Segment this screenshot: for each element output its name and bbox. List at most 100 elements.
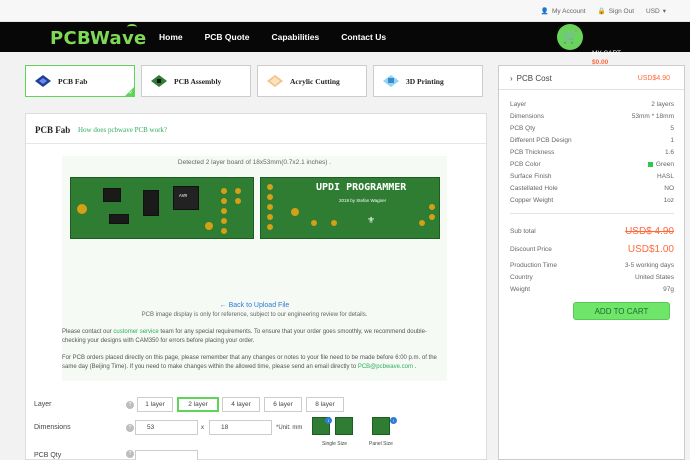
help-icon[interactable]: ? bbox=[126, 450, 134, 458]
pad bbox=[267, 184, 273, 190]
spec-row: Castellated Hole NO bbox=[510, 185, 674, 192]
tab-pcb-fab[interactable]: PCB Fab ✓ bbox=[25, 65, 135, 97]
spec-row: Dimensions 53mm * 18mm bbox=[510, 113, 674, 120]
pad bbox=[235, 188, 241, 194]
pad bbox=[221, 228, 227, 234]
layer-option-6[interactable]: 6 layer bbox=[264, 397, 302, 412]
spec-row: PCB Color Green bbox=[510, 161, 674, 168]
tab-acrylic-cutting[interactable]: Acrylic Cutting bbox=[257, 65, 367, 97]
pad bbox=[205, 222, 213, 230]
chip bbox=[103, 188, 121, 202]
info-icon[interactable]: i bbox=[390, 417, 397, 424]
board-subtitle: 2019 by Stefan Wagner bbox=[339, 198, 387, 203]
layer-option-2[interactable]: 2 layer bbox=[177, 397, 219, 412]
pcb-qty-label: PCB Qty bbox=[34, 452, 62, 459]
my-account-link[interactable]: 👤 My Account bbox=[540, 7, 586, 16]
how-it-works-link[interactable]: How does pcbwave PCB work? bbox=[78, 126, 167, 134]
pad bbox=[267, 204, 273, 210]
pad bbox=[267, 224, 273, 230]
nav-contact-us[interactable]: Contact Us bbox=[341, 32, 386, 42]
pad bbox=[221, 208, 227, 214]
pad bbox=[429, 214, 435, 220]
info-icon[interactable]: i bbox=[325, 417, 332, 424]
layer-option-4[interactable]: 4 layer bbox=[222, 397, 260, 412]
subtotal-row: Sub total USD$ 4.90 bbox=[510, 226, 674, 237]
nav-capabilities[interactable]: Capabilities bbox=[272, 32, 320, 42]
single-size-image bbox=[335, 417, 353, 435]
detected-board-text: Detected 2 layer board of 18x53mm(0.7x2.… bbox=[177, 159, 332, 166]
spec-row: Layer 2 layers bbox=[510, 101, 674, 108]
back-to-upload-link[interactable]: ← Back to Upload File bbox=[62, 302, 447, 309]
cost-total: USD$4.90 bbox=[637, 75, 670, 82]
unit-note: *Unit: mm bbox=[276, 425, 303, 431]
divider bbox=[26, 143, 486, 144]
image-disclaimer: PCB image display is only for reference,… bbox=[141, 312, 368, 318]
production-time-row: Production Time 3-5 working days bbox=[510, 262, 674, 269]
email-link[interactable]: PCB@pcbwave.com bbox=[358, 364, 413, 370]
pad bbox=[267, 194, 273, 200]
tab-pcb-assembly[interactable]: PCB Assembly bbox=[141, 65, 251, 97]
printer-icon bbox=[382, 74, 400, 88]
lock-icon: 🔒 bbox=[597, 8, 606, 15]
nav-pcb-quote[interactable]: PCB Quote bbox=[205, 32, 250, 42]
spec-row: PCB Thickness 1.6 bbox=[510, 149, 674, 156]
acrylic-icon bbox=[266, 74, 284, 88]
pad bbox=[267, 214, 273, 220]
pcb-cost-panel: › PCB Cost USD$4.90 Layer 2 layers Dimens… bbox=[498, 65, 685, 460]
width-input[interactable]: 53 bbox=[135, 420, 198, 435]
tab-3d-printing[interactable]: 3D Printing bbox=[373, 65, 483, 97]
pad bbox=[221, 188, 227, 194]
main-navbar: PCBWave Home PCB Quote Capabilities Cont… bbox=[0, 22, 690, 66]
pcb-back-image: UPDI PROGRAMMER 2019 by Stefan Wagner ⚜ bbox=[260, 177, 440, 239]
discount-row: Discount Price USD$1.00 bbox=[510, 244, 674, 255]
layer-option-1[interactable]: 1 layer bbox=[137, 397, 173, 412]
pcb-fab-panel: PCB Fab How does pcbwave PCB work? Detec… bbox=[25, 113, 487, 460]
qty-select[interactable] bbox=[135, 450, 198, 460]
check-icon: ✓ bbox=[128, 91, 133, 96]
help-icon[interactable]: ? bbox=[126, 424, 134, 432]
sign-out-link[interactable]: 🔒 Sign Out bbox=[597, 7, 634, 16]
divider bbox=[510, 213, 674, 214]
help-icon[interactable]: ? bbox=[126, 401, 134, 409]
dimension-separator: x bbox=[201, 425, 204, 431]
color-swatch bbox=[647, 162, 653, 167]
notice-paragraph: Please contact our customer service team… bbox=[62, 329, 427, 344]
pad bbox=[235, 198, 241, 204]
pad bbox=[291, 208, 299, 216]
avr-label: AVR bbox=[179, 194, 188, 199]
chevron-down-icon: ▾ bbox=[662, 8, 666, 15]
pcb-preview: Detected 2 layer board of 18x53mm(0.7x2.… bbox=[62, 156, 447, 381]
currency-select[interactable]: USD ▾ bbox=[646, 7, 666, 16]
height-input[interactable]: 18 bbox=[209, 420, 272, 435]
order-notice-paragraph: For PCB orders placed directly on this p… bbox=[62, 355, 437, 370]
assembly-icon bbox=[150, 74, 168, 88]
arrow-left-icon: ← bbox=[219, 302, 229, 309]
user-icon: 👤 bbox=[540, 8, 549, 15]
spec-row: Surface Finish HASL bbox=[510, 173, 674, 180]
add-to-cart-button[interactable]: ADD TO CART bbox=[573, 302, 670, 320]
top-utility-bar: 👤 My Account 🔒 Sign Out USD ▾ bbox=[0, 0, 690, 22]
chip bbox=[109, 214, 129, 224]
weight-row: Weight 97g bbox=[510, 286, 674, 293]
cost-header[interactable]: › PCB Cost USD$4.90 bbox=[499, 66, 684, 90]
pad bbox=[311, 220, 317, 226]
cart-icon[interactable]: 🛒 bbox=[557, 24, 583, 50]
spec-row: PCB Qty 5 bbox=[510, 125, 674, 132]
nav-home[interactable]: Home bbox=[159, 32, 183, 42]
layer-option-8[interactable]: 8 layer bbox=[306, 397, 344, 412]
main-menu: Home PCB Quote Capabilities Contact Us bbox=[159, 32, 386, 42]
single-size-caption: Single Size bbox=[322, 441, 348, 447]
panel-title: PCB Fab bbox=[35, 125, 71, 135]
pcb-front-image: AVR bbox=[70, 177, 254, 239]
customer-service-link[interactable]: customer service bbox=[113, 329, 158, 335]
fleur-de-lis-icon: ⚜ bbox=[367, 216, 376, 226]
leaf-icon bbox=[126, 24, 137, 30]
pad bbox=[419, 220, 425, 226]
pad bbox=[429, 204, 435, 210]
pad bbox=[331, 220, 337, 226]
spec-row: Different PCB Design 1 bbox=[510, 137, 674, 144]
panel-size-caption: Panel Size bbox=[369, 441, 393, 447]
pad bbox=[221, 198, 227, 204]
logo[interactable]: PCBWave bbox=[50, 24, 147, 49]
account-links: 👤 My Account 🔒 Sign Out USD ▾ bbox=[540, 7, 666, 16]
